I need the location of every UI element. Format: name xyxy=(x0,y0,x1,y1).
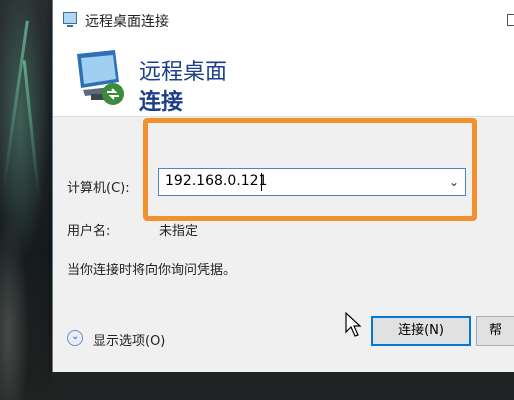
remote-desktop-icon xyxy=(77,50,124,105)
connect-button[interactable]: 连接(N) xyxy=(371,316,471,346)
title-bar[interactable]: 远程桌面连接 xyxy=(53,0,514,40)
help-button[interactable]: 帮 xyxy=(476,316,514,346)
username-label: 用户名: xyxy=(67,224,111,239)
desktop-bottom xyxy=(52,372,514,400)
show-options-button[interactable]: ⌄ xyxy=(67,330,83,346)
desktop-streak xyxy=(2,20,29,190)
monitor-icon xyxy=(63,12,77,27)
chevron-down-icon: ⌄ xyxy=(71,331,80,342)
maximize-button[interactable] xyxy=(507,14,514,26)
header-banner: 远程桌面 连接 xyxy=(53,40,514,117)
header-title: 远程桌面 xyxy=(139,60,228,85)
show-options-label[interactable]: 显示选项(O) xyxy=(93,330,165,349)
computer-label: 计算机(C): xyxy=(67,181,130,196)
username-value: 未指定 xyxy=(159,224,199,239)
header-subtitle: 连接 xyxy=(139,90,184,115)
highlight-box xyxy=(143,118,477,221)
desktop-streak xyxy=(22,60,41,200)
window-title: 远程桌面连接 xyxy=(85,14,169,30)
mouse-cursor-icon xyxy=(345,312,362,337)
remote-desktop-window: 远程桌面连接 远程桌面 连接 计算机(C): ⌄ 用户名: 未指定 当你连接时将… xyxy=(52,0,514,372)
credentials-info: 当你连接时将向你询问凭据。 xyxy=(67,263,237,278)
